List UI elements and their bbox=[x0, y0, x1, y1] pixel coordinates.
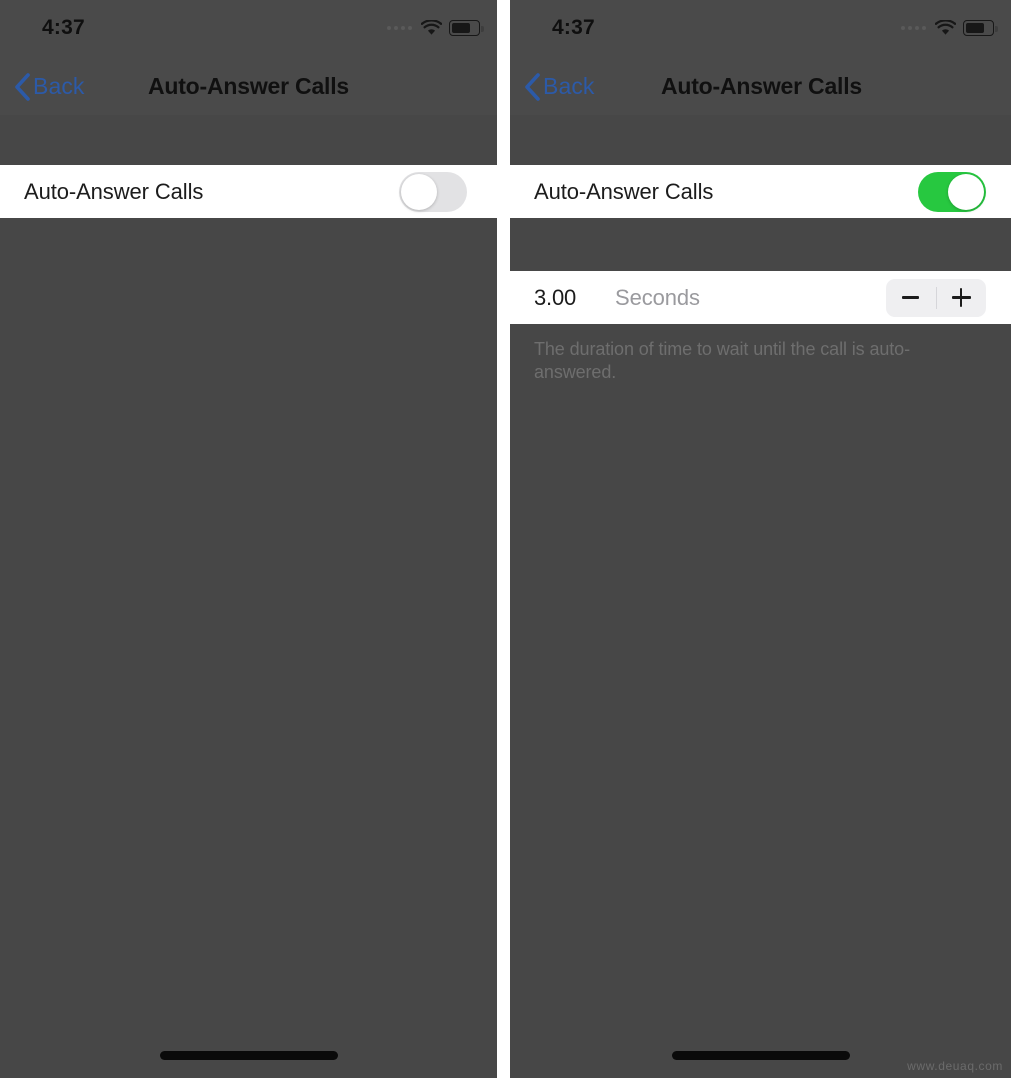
auto-answer-calls-row[interactable]: Auto-Answer Calls bbox=[0, 165, 497, 218]
battery-icon bbox=[449, 20, 484, 36]
home-indicator bbox=[159, 1051, 338, 1060]
status-bar-indicators bbox=[387, 17, 484, 39]
dual-screenshot-container: 4:37 Back Auto-Answer Calls Auto-Answer … bbox=[0, 0, 1011, 1078]
screen-divider bbox=[497, 0, 510, 1078]
status-bar-time: 4:37 bbox=[552, 16, 595, 39]
settings-content: Auto-Answer Calls bbox=[0, 115, 497, 1078]
phone-screen-auto-answer-on: 4:37 Back Auto-Answer Calls Auto-Answer … bbox=[510, 0, 1011, 1078]
home-indicator bbox=[671, 1051, 850, 1060]
seconds-stepper[interactable] bbox=[886, 278, 987, 317]
status-bar: 4:37 bbox=[0, 0, 497, 58]
top-spacer bbox=[0, 115, 497, 165]
signal-dots-icon bbox=[901, 26, 926, 30]
top-spacer bbox=[510, 115, 1011, 165]
seconds-stepper-row[interactable]: 3.00 Seconds bbox=[510, 271, 1011, 324]
increment-button[interactable] bbox=[937, 279, 987, 317]
status-bar-time: 4:37 bbox=[42, 16, 85, 39]
seconds-footnote: The duration of time to wait until the c… bbox=[534, 339, 910, 382]
settings-content: Auto-Answer Calls 3.00 Seconds The durat… bbox=[510, 115, 1011, 1078]
signal-dots-icon bbox=[387, 26, 412, 30]
battery-icon bbox=[963, 20, 998, 36]
toggle-knob bbox=[401, 173, 437, 210]
decrement-button[interactable] bbox=[886, 279, 936, 317]
phone-screen-auto-answer-off: 4:37 Back Auto-Answer Calls Auto-Answer … bbox=[0, 0, 497, 1078]
auto-answer-calls-toggle[interactable] bbox=[399, 171, 467, 212]
watermark: www.deuaq.com bbox=[907, 1059, 1003, 1073]
auto-answer-calls-toggle[interactable] bbox=[918, 171, 986, 212]
seconds-value: 3.00 bbox=[534, 284, 577, 310]
auto-answer-calls-row[interactable]: Auto-Answer Calls bbox=[510, 165, 1011, 218]
auto-answer-calls-label: Auto-Answer Calls bbox=[24, 178, 204, 204]
page-title: Auto-Answer Calls bbox=[660, 73, 863, 99]
wifi-icon bbox=[935, 20, 956, 36]
status-bar-indicators bbox=[901, 17, 998, 39]
page-title: Auto-Answer Calls bbox=[147, 73, 350, 99]
seconds-unit-label: Seconds bbox=[615, 284, 700, 310]
status-bar: 4:37 bbox=[510, 0, 1011, 58]
wifi-icon bbox=[421, 20, 442, 36]
auto-answer-calls-label: Auto-Answer Calls bbox=[534, 178, 714, 204]
minus-icon bbox=[902, 296, 920, 299]
navigation-bar: Back Auto-Answer Calls bbox=[510, 58, 1011, 115]
toggle-knob bbox=[948, 173, 984, 210]
navigation-bar: Back Auto-Answer Calls bbox=[0, 58, 497, 115]
plus-icon bbox=[951, 288, 971, 307]
